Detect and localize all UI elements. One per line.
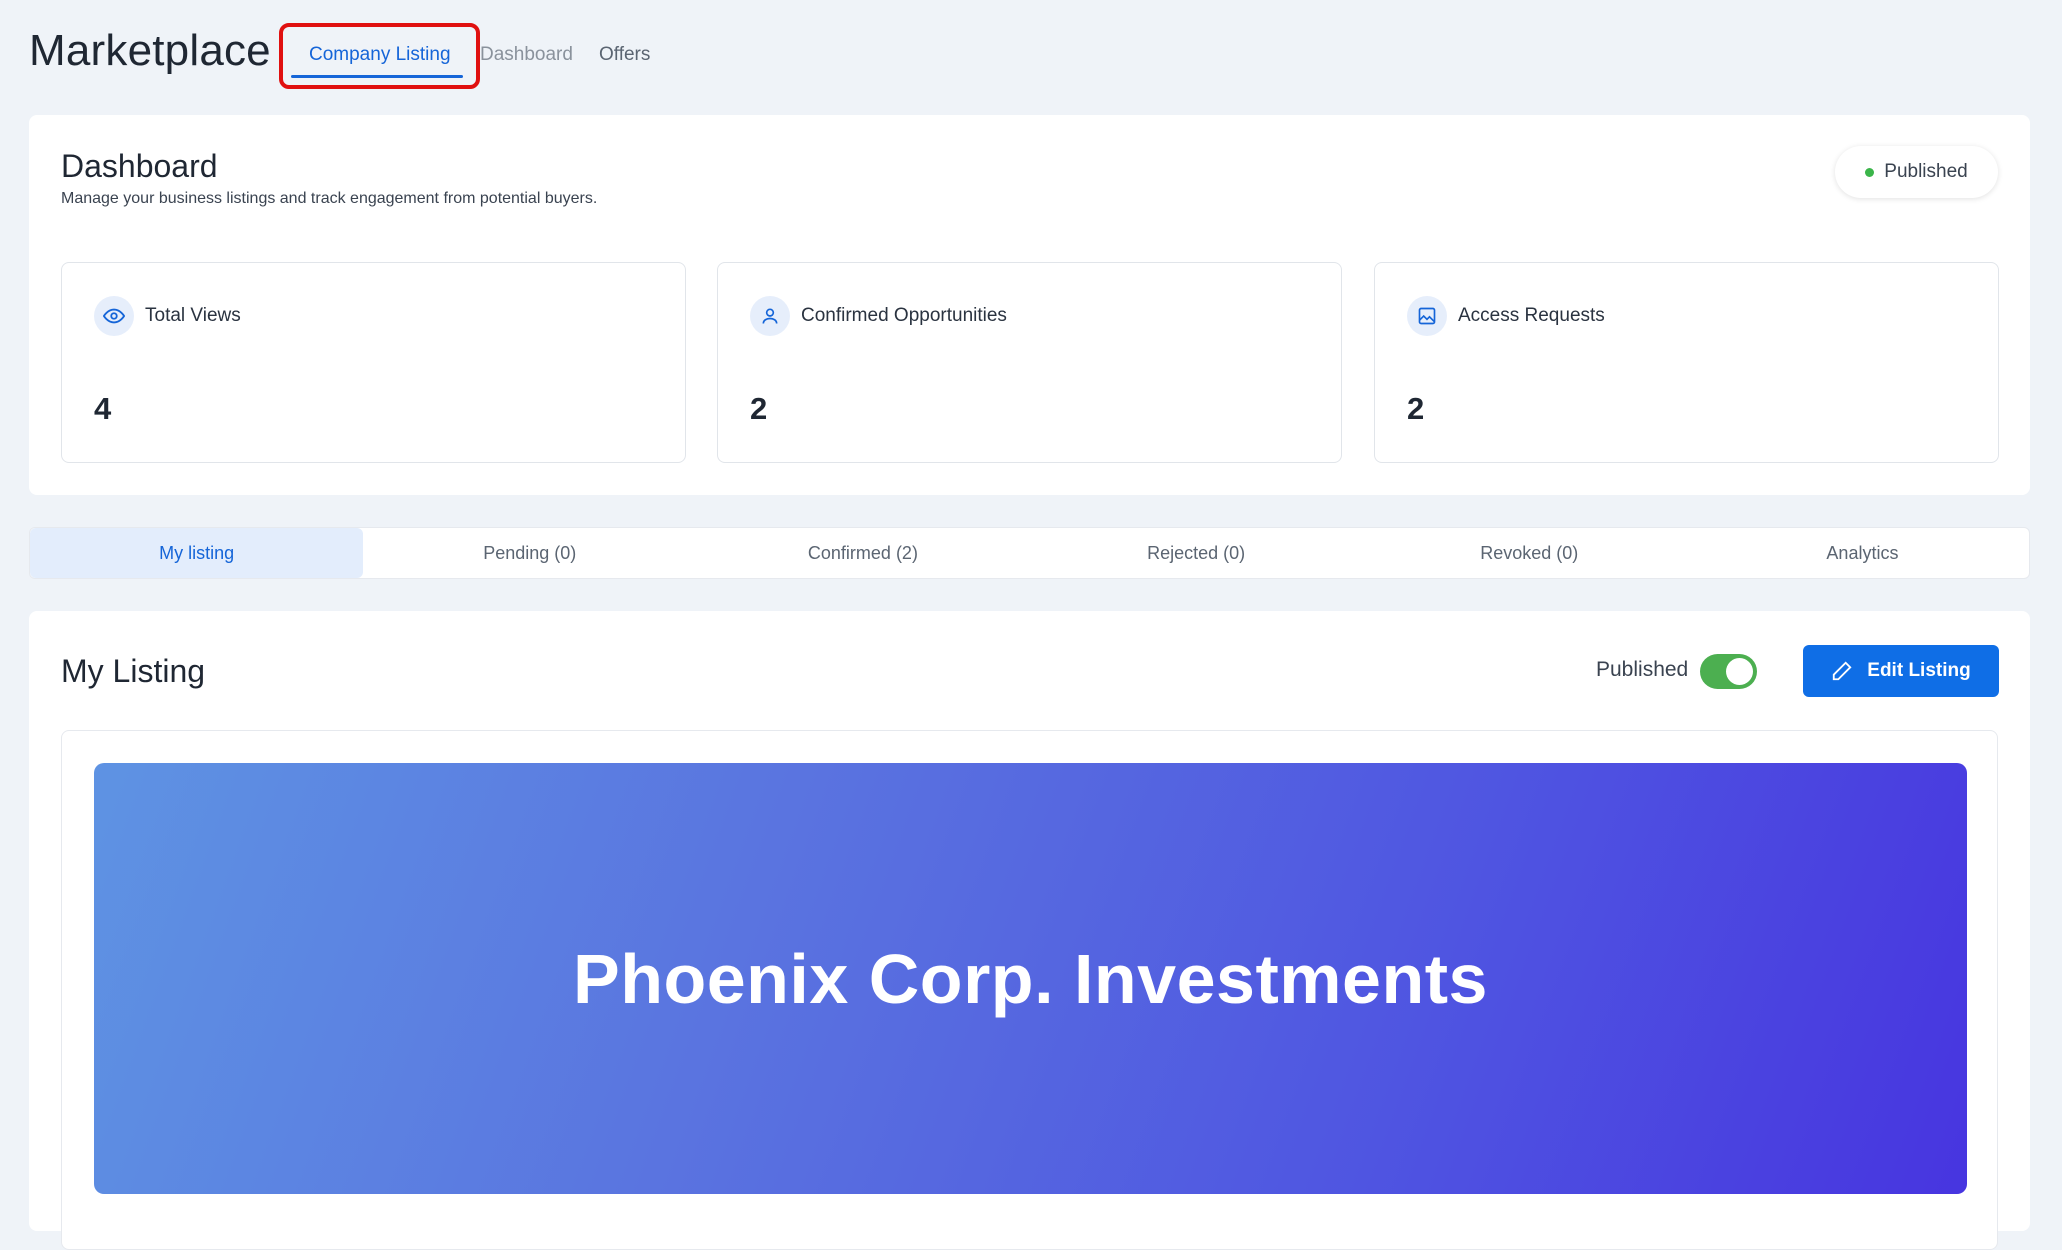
user-icon	[750, 296, 790, 336]
tab-revoked[interactable]: Revoked (0)	[1363, 528, 1696, 578]
status-label: Published	[1884, 161, 1968, 182]
tab-pending[interactable]: Pending (0)	[363, 528, 696, 578]
dashboard-card: Dashboard Manage your business listings …	[29, 115, 2030, 495]
my-listing-title: My Listing	[61, 653, 206, 689]
dashboard-title: Dashboard	[61, 148, 218, 184]
published-toggle[interactable]	[1700, 654, 1757, 689]
stat-card-access-requests: Access Requests 2	[1374, 262, 1999, 463]
top-navigation: Marketplace Company Listing Dashboard Of…	[0, 0, 2062, 110]
tab-my-listing[interactable]: My listing	[30, 528, 364, 578]
nav-tab-offers[interactable]: Offers	[599, 44, 650, 66]
listing-tabs: My listing Pending (0) Confirmed (2) Rej…	[29, 527, 2030, 579]
banner-title: Phoenix Corp. Investments	[573, 939, 1488, 1018]
stat-label: Access Requests	[1458, 305, 1605, 326]
my-listing-card: My Listing Published Edit Listing Phoeni…	[29, 611, 2030, 1250]
stat-label: Total Views	[145, 305, 241, 326]
tab-analytics[interactable]: Analytics	[1696, 528, 2029, 578]
stat-value: 2	[1407, 391, 1425, 426]
status-dot-icon	[1865, 167, 1875, 177]
tab-confirmed[interactable]: Confirmed (2)	[696, 528, 1029, 578]
published-toggle-label: Published	[1596, 658, 1689, 681]
listing-preview: Phoenix Corp. Investments	[61, 730, 1998, 1250]
stat-value: 4	[94, 391, 112, 426]
stat-card-confirmed-opportunities: Confirmed Opportunities 2	[717, 262, 1342, 463]
app-title: Marketplace	[29, 26, 271, 75]
stat-label: Confirmed Opportunities	[801, 305, 1007, 326]
stat-value: 2	[750, 391, 768, 426]
eye-icon	[94, 296, 134, 336]
stat-card-total-views: Total Views 4	[61, 262, 686, 463]
toggle-knob	[1726, 658, 1753, 685]
pencil-icon	[1833, 661, 1852, 681]
status-badge: Published	[1835, 146, 1998, 198]
dashboard-subtitle: Manage your business listings and track …	[61, 190, 598, 207]
listing-banner: Phoenix Corp. Investments	[94, 763, 1967, 1194]
edit-listing-label: Edit Listing	[1867, 660, 1971, 681]
edit-listing-button[interactable]: Edit Listing	[1803, 645, 1999, 697]
highlight-annotation	[279, 23, 480, 89]
tab-rejected[interactable]: Rejected (0)	[1030, 528, 1363, 578]
nav-tab-dashboard[interactable]: Dashboard	[480, 44, 573, 66]
image-icon	[1407, 296, 1447, 336]
